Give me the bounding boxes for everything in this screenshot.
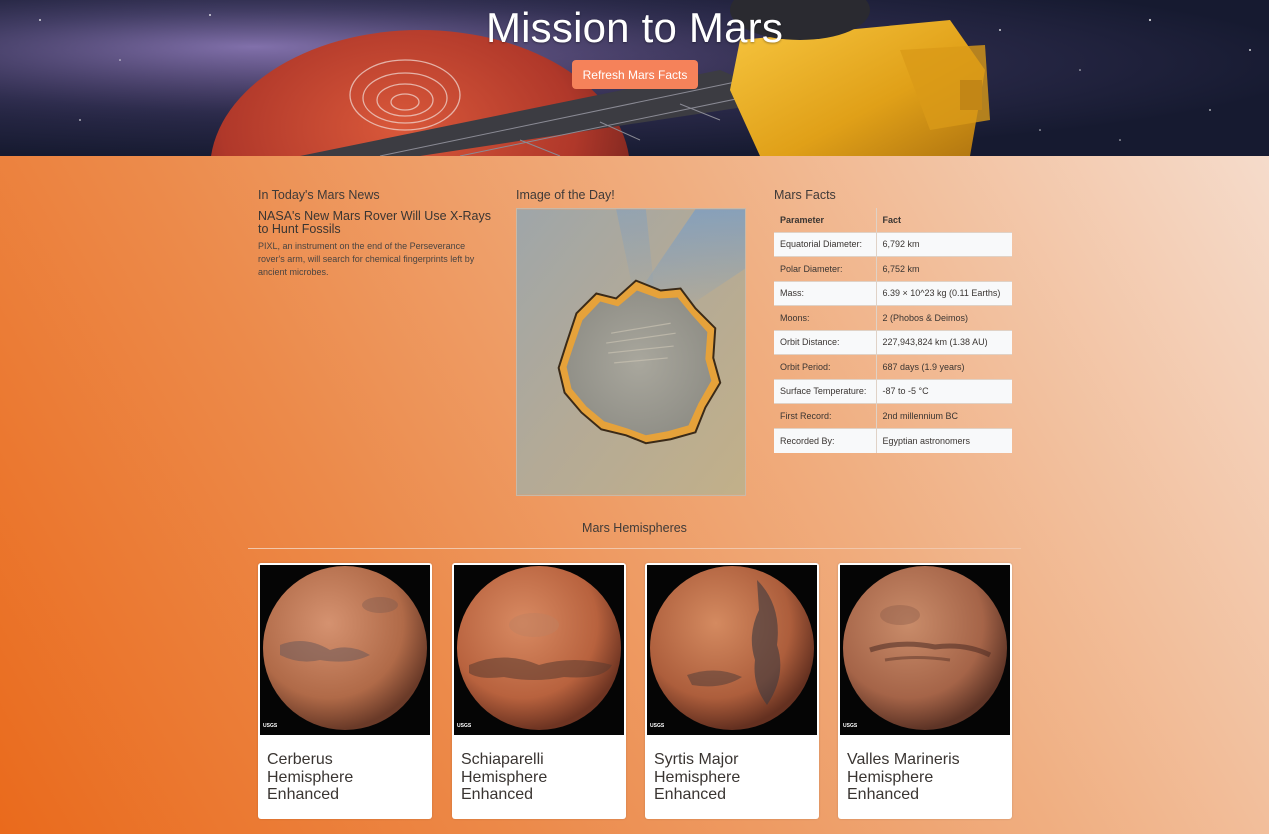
fact-value: Egyptian astronomers — [876, 427, 1012, 453]
table-header-row: Parameter Fact — [774, 208, 1012, 232]
hero-banner: Mission to Mars Refresh Mars Facts — [0, 0, 1269, 156]
fact-value: 687 days (1.9 years) — [876, 354, 1012, 379]
column-header-fact: Fact — [882, 214, 902, 225]
table-row: Polar Diameter: 6,752 km — [774, 256, 1012, 281]
news-teaser: PIXL, an instrument on the end of the Pe… — [258, 241, 475, 277]
fact-parameter: Mass: — [774, 280, 877, 306]
table-row: Moons: 2 (Phobos & Deimos) — [774, 305, 1012, 330]
section-divider — [248, 548, 1021, 549]
hemisphere-image-schiaparelli[interactable] — [454, 565, 624, 735]
featured-image[interactable] — [516, 208, 746, 496]
fact-parameter: Orbit Period: — [774, 354, 877, 379]
news-heading: In Today's Mars News — [258, 188, 380, 202]
table-row: First Record: 2nd millennium BC — [774, 403, 1012, 428]
hemisphere-title[interactable]: Schiaparelli Hemisphere Enhanced — [461, 751, 611, 804]
fact-value: 6,752 km — [876, 256, 1012, 281]
fact-parameter: Orbit Distance: — [774, 329, 877, 355]
refresh-mars-facts-button[interactable]: Refresh Mars Facts — [572, 60, 698, 89]
table-row: Equatorial Diameter: 6,792 km — [774, 231, 1012, 257]
fact-value: 2 (Phobos & Deimos) — [876, 305, 1012, 330]
table-row: Surface Temperature: -87 to -5 °C — [774, 378, 1012, 404]
news-title[interactable]: NASA's New Mars Rover Will Use X-Rays to… — [258, 210, 498, 236]
hemisphere-card-syrtis-major[interactable]: USGS Syrtis Major Hemisphere Enhanced — [645, 563, 819, 819]
hemisphere-card-cerberus[interactable]: USGS Cerberus Hemisphere Enhanced — [258, 563, 432, 819]
hemisphere-title[interactable]: Cerberus Hemisphere Enhanced — [267, 751, 417, 804]
fact-parameter: Surface Temperature: — [774, 378, 877, 404]
hemispheres-heading: Mars Hemispheres — [582, 521, 687, 535]
fact-parameter: First Record: — [774, 403, 877, 428]
hemisphere-image-cerberus[interactable] — [260, 565, 430, 735]
fact-parameter: Moons: — [774, 305, 877, 330]
fact-value: -87 to -5 °C — [876, 378, 1012, 404]
column-header-parameter: Parameter — [774, 208, 877, 232]
hemisphere-card-schiaparelli[interactable]: USGS Schiaparelli Hemisphere Enhanced — [452, 563, 626, 819]
page-title: Mission to Mars — [485, 4, 784, 51]
fact-parameter: Recorded By: — [774, 427, 877, 453]
mars-facts-table: Parameter Fact Equatorial Diameter: 6,792… — [774, 208, 1012, 453]
featured-image-heading: Image of the Day! — [516, 188, 615, 202]
table-row: Orbit Period: 687 days (1.9 years) — [774, 354, 1012, 379]
facts-heading: Mars Facts — [774, 188, 836, 202]
hemisphere-image-valles-marineris[interactable] — [840, 565, 1010, 735]
fact-value: 6,792 km — [876, 231, 1012, 257]
fact-value: 2nd millennium BC — [876, 403, 1012, 428]
hemisphere-title[interactable]: Valles Marineris Hemisphere Enhanced — [847, 751, 997, 804]
table-row: Recorded By: Egyptian astronomers — [774, 427, 1012, 453]
table-row: Mass: 6.39 × 10^23 kg (0.11 Earths) — [774, 280, 1012, 306]
hemisphere-image-syrtis-major[interactable] — [647, 565, 817, 735]
fact-value: 6.39 × 10^23 kg (0.11 Earths) — [876, 280, 1012, 306]
hemisphere-title[interactable]: Syrtis Major Hemisphere Enhanced — [654, 751, 804, 804]
fact-parameter: Polar Diameter: — [774, 256, 877, 281]
table-row: Orbit Distance: 227,943,824 km (1.38 AU) — [774, 329, 1012, 355]
fact-value: 227,943,824 km (1.38 AU) — [876, 329, 1012, 355]
fact-parameter: Equatorial Diameter: — [774, 231, 877, 257]
hemisphere-card-valles-marineris[interactable]: USGS Valles Marineris Hemisphere Enhance… — [838, 563, 1012, 819]
